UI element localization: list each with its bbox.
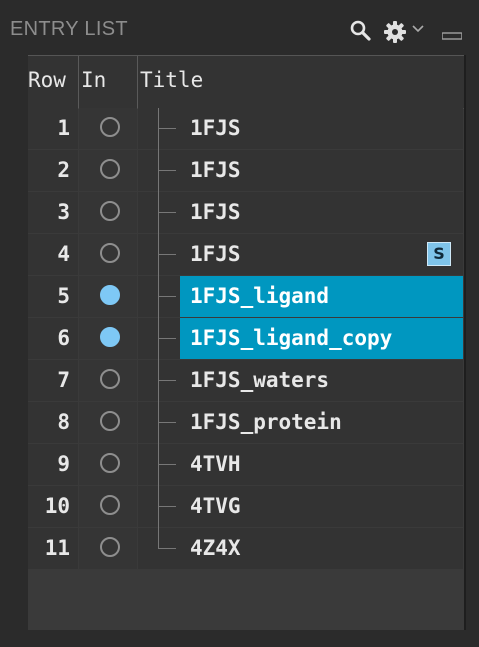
tree-line	[158, 108, 159, 150]
in-cell[interactable]	[79, 234, 137, 275]
row-number: 2	[28, 150, 78, 191]
tree-line	[158, 402, 159, 444]
tree-line	[158, 318, 159, 360]
row-number: 7	[28, 360, 78, 401]
in-cell[interactable]	[79, 486, 137, 527]
excluded-circle-icon[interactable]	[100, 369, 120, 389]
tree-line	[158, 150, 159, 192]
tree-branch	[158, 506, 176, 507]
row-number: 10	[28, 486, 78, 527]
table-row[interactable]: 1 1FJS	[28, 108, 465, 150]
tree-branch	[158, 212, 176, 213]
table-row[interactable]: 6 1FJS_ligand_copy	[28, 318, 465, 360]
tree-branch	[158, 380, 176, 381]
excluded-circle-icon[interactable]	[100, 411, 120, 431]
in-cell[interactable]	[79, 108, 137, 149]
excluded-circle-icon[interactable]	[100, 453, 120, 473]
minimize-icon[interactable]	[442, 32, 462, 40]
excluded-circle-icon[interactable]	[100, 159, 120, 179]
entry-title[interactable]: 1FJS_ligand_copy	[180, 318, 463, 359]
in-cell[interactable]	[79, 192, 137, 233]
included-circle-icon[interactable]	[100, 327, 120, 347]
in-cell[interactable]	[79, 276, 137, 317]
tree-line	[158, 192, 159, 234]
in-cell[interactable]	[79, 360, 137, 401]
in-cell[interactable]	[79, 444, 137, 485]
chevron-down-icon[interactable]	[411, 24, 425, 34]
table-row[interactable]: 10 4TVG	[28, 486, 465, 528]
column-header-in[interactable]: In	[81, 68, 106, 92]
tree-branch	[158, 548, 176, 549]
table-header: Row In Title	[28, 55, 465, 109]
table-row[interactable]: 3 1FJS	[28, 192, 465, 234]
excluded-circle-icon[interactable]	[100, 243, 120, 263]
table-row[interactable]: 5 1FJS_ligand	[28, 276, 465, 318]
tree-line	[158, 276, 159, 318]
row-number: 3	[28, 192, 78, 233]
tree-branch	[158, 128, 176, 129]
entry-title[interactable]: 4Z4X	[180, 528, 463, 569]
in-cell[interactable]	[79, 150, 137, 191]
row-number: 1	[28, 108, 78, 149]
row-number: 11	[28, 528, 78, 569]
table-row[interactable]: 11 4Z4X	[28, 528, 465, 570]
tree-branch	[158, 296, 176, 297]
row-number: 4	[28, 234, 78, 275]
excluded-circle-icon[interactable]	[100, 537, 120, 557]
in-cell[interactable]	[79, 318, 137, 359]
excluded-circle-icon[interactable]	[100, 201, 120, 221]
column-divider[interactable]	[137, 56, 138, 108]
row-number: 8	[28, 402, 78, 443]
entry-title[interactable]: 1FJS	[180, 108, 463, 149]
entry-title[interactable]: 4TVG	[180, 486, 463, 527]
column-header-title[interactable]: Title	[140, 68, 203, 92]
tree-branch	[158, 338, 176, 339]
excluded-circle-icon[interactable]	[100, 117, 120, 137]
in-cell[interactable]	[79, 402, 137, 443]
entry-title[interactable]: 1FJS_ligand	[180, 276, 463, 317]
panel-title: ENTRY LIST	[10, 18, 128, 40]
table-row[interactable]: 4 1FJS S	[28, 234, 465, 276]
entry-title[interactable]: 1FJS	[180, 150, 463, 191]
tree-line	[158, 234, 159, 276]
table-row[interactable]: 8 1FJS_protein	[28, 402, 465, 444]
excluded-circle-icon[interactable]	[100, 495, 120, 515]
row-number: 6	[28, 318, 78, 359]
column-divider[interactable]	[78, 56, 79, 108]
entry-title[interactable]: 1FJS	[180, 234, 463, 275]
table-row[interactable]: 9 4TVH	[28, 444, 465, 486]
tree-line	[158, 360, 159, 402]
table-row[interactable]: 2 1FJS	[28, 150, 465, 192]
in-cell[interactable]	[79, 528, 137, 569]
entry-title[interactable]: 4TVH	[180, 444, 463, 485]
tree-branch	[158, 422, 176, 423]
entry-title[interactable]: 1FJS_protein	[180, 402, 463, 443]
tree-branch	[158, 254, 176, 255]
row-number: 5	[28, 276, 78, 317]
entry-title[interactable]: 1FJS	[180, 192, 463, 233]
table-row[interactable]: 7 1FJS_waters	[28, 360, 465, 402]
tree-line	[158, 444, 159, 486]
entry-title[interactable]: 1FJS_waters	[180, 360, 463, 401]
structure-badge-icon[interactable]: S	[427, 242, 451, 266]
gear-icon[interactable]	[383, 20, 407, 44]
tree-line	[158, 486, 159, 528]
column-header-row[interactable]: Row	[28, 68, 66, 92]
tree-branch	[158, 464, 176, 465]
included-circle-icon[interactable]	[100, 285, 120, 305]
row-number: 9	[28, 444, 78, 485]
search-icon[interactable]	[350, 20, 372, 42]
tree-line	[158, 528, 159, 549]
tree-branch	[158, 170, 176, 171]
